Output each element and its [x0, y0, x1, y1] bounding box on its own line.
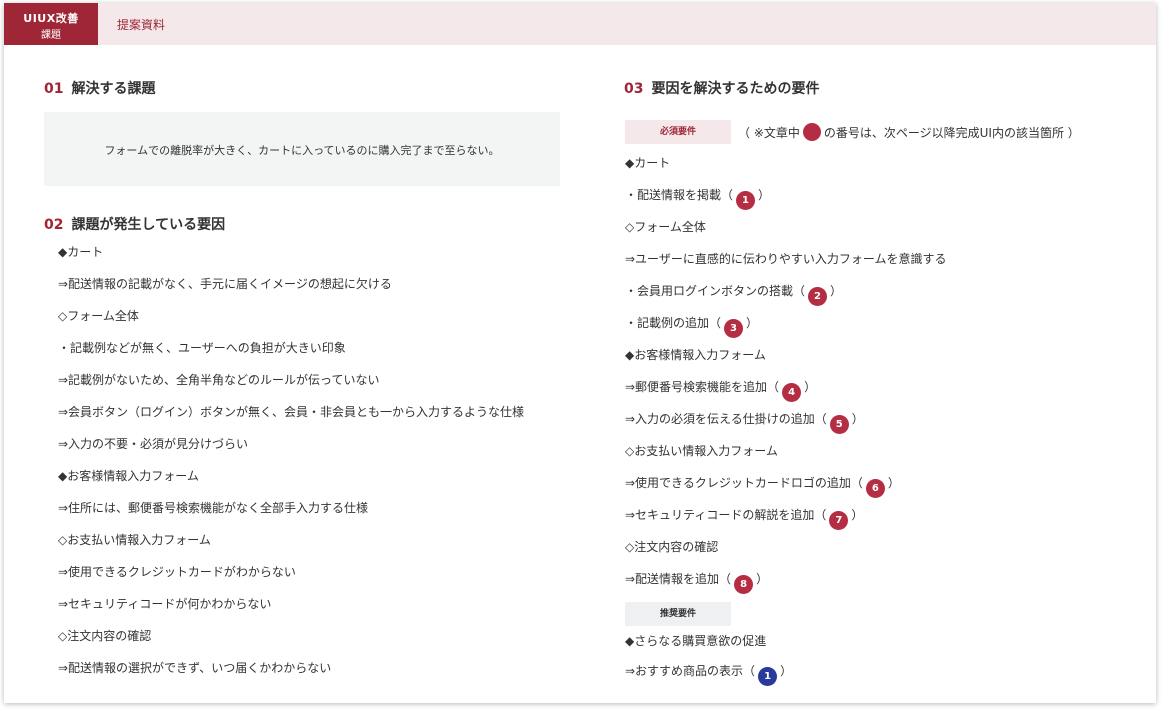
section-01-heading: 解決する課題 [71, 81, 156, 97]
list-item-tail: ） [780, 664, 793, 678]
list-item: ◆お客様情報入力フォーム [58, 469, 199, 483]
list-item: ◆カート [58, 245, 104, 259]
section-02-heading: 課題が発生している要因 [71, 217, 226, 233]
logo-main-text: UIUX改善 [23, 12, 79, 25]
list-item-text: ◇お支払い情報入力フォーム [625, 444, 778, 458]
list-item-text: ⇒郵便番号検索機能を追加（ [625, 380, 780, 394]
list-item-text: ◇フォーム全体 [625, 220, 706, 234]
numbering-note: （ ※文章中 の番号は、次ページ以降完成UI内の該当箇所 ） [738, 123, 1080, 142]
list-item: ◇注文内容の確認 [58, 629, 152, 643]
number-badge: 6 [865, 479, 885, 498]
number-badge: 1 [758, 667, 778, 686]
list-item: ⇒住所には、郵便番号検索機能がなく全部手入力する仕様 [58, 501, 369, 515]
list-item-tail: ） [758, 188, 771, 202]
list-item-tail: ） [851, 508, 864, 522]
required-tag: 必須要件 [625, 120, 731, 144]
section-01-title: 01 解決する課題 [44, 78, 155, 98]
list-item-text: ◆カート [625, 156, 671, 170]
slide-frame: UIUX改善 課題 提案資料 01 解決する課題 フォームでの離脱率が大きく、カー… [4, 3, 1156, 703]
list-item-text: ・会員用ログインボタンの搭載（ [625, 284, 806, 298]
list-item: ⇒セキュリティコードが何かわからない [58, 597, 272, 611]
note-after: の番号は、次ページ以降完成UI内の該当箇所 ） [823, 126, 1080, 140]
header-bar: UIUX改善 課題 提案資料 [4, 3, 1156, 45]
number-badge: 3 [724, 319, 744, 338]
list-item-tail: ） [887, 476, 900, 490]
list-item-text: ◇注文内容の確認 [625, 540, 719, 554]
number-badge: 7 [829, 511, 849, 530]
list-item: ⇒配送情報を追加（ 8） [625, 571, 768, 594]
section-03-number: 03 [624, 81, 644, 97]
list-item: ⇒配送情報の記載がなく、手元に届くイメージの想起に欠ける [58, 277, 392, 291]
list-item-tail: ） [756, 572, 769, 586]
list-item: ⇒入力の不要・必須が見分けづらい [58, 437, 249, 451]
list-item-text: ・記載例の追加（ [625, 316, 722, 330]
section-03-heading: 要因を解決するための要件 [651, 81, 820, 97]
list-item: ⇒郵便番号検索機能を追加（ 4） [625, 379, 816, 402]
list-item-text: ⇒ユーザーに直感的に伝わりやすい入力フォームを意識する [625, 252, 947, 266]
list-item: ◆カート [625, 155, 670, 171]
section-02-number: 02 [44, 217, 64, 233]
list-item-text: ◆お客様情報入力フォーム [625, 348, 766, 362]
list-item: ◆お客様情報入力フォーム [625, 347, 766, 363]
list-item-text: ◆さらなる購買意欲の促進 [625, 634, 767, 648]
list-item: ・記載例などが無く、ユーザーへの負担が大きい印象 [58, 341, 346, 355]
logo: UIUX改善 課題 [4, 3, 98, 45]
number-badge: 2 [808, 287, 828, 306]
list-item-tail: ） [804, 380, 817, 394]
number-badge: 4 [782, 383, 802, 402]
list-item: ⇒記載例がないため、全角半角などのルールが伝っていない [58, 373, 380, 387]
list-item-tail: ） [746, 316, 759, 330]
list-item-text: ⇒入力の必須を伝える仕掛けの追加（ [625, 412, 827, 426]
header-title: 提案資料 [117, 18, 166, 32]
list-item: ⇒会員ボタン（ログイン）ボタンが無く、会員・非会員とも一から入力するような仕様 [58, 405, 525, 419]
section-03-title: 03 要因を解決するための要件 [624, 78, 819, 98]
number-badge: 8 [734, 575, 754, 594]
list-item-tail: ） [851, 412, 864, 426]
list-item: ⇒使用できるクレジットカードがわからない [58, 565, 296, 579]
recommended-tag: 推奨要件 [625, 602, 731, 626]
list-item: ⇒セキュリティコードの解説を追加（ 7） [625, 507, 863, 530]
list-item: ◆さらなる購買意欲の促進 [625, 633, 766, 649]
list-item: ◇お支払い情報入力フォーム [625, 443, 778, 459]
list-item-text: ⇒セキュリティコードの解説を追加（ [625, 508, 827, 522]
list-item-text: ・配送情報を掲載（ [625, 188, 734, 202]
list-item-text: ⇒おすすめ商品の表示（ [625, 664, 756, 678]
section-02-title: 02 課題が発生している要因 [44, 214, 225, 234]
list-item: ◇注文内容の確認 [625, 539, 718, 555]
list-item: ⇒使用できるクレジットカードロゴの追加（ 6） [625, 475, 900, 498]
list-item: ⇒配送情報の選択ができず、いつ届くかわからない [58, 661, 332, 675]
issue-box: フォームでの離脱率が大きく、カートに入っているのに購入完了まで至らない。 [44, 112, 560, 186]
list-item: ・記載例の追加（ 3） [625, 315, 758, 338]
list-item-text: ⇒使用できるクレジットカードロゴの追加（ [625, 476, 863, 490]
list-item-text: ⇒配送情報を追加（ [625, 572, 732, 586]
list-item: ◇フォーム全体 [625, 219, 706, 235]
list-item: ◇お支払い情報入力フォーム [58, 533, 211, 547]
note-before: （ ※文章中 [738, 126, 800, 140]
issue-text: フォームでの離脱率が大きく、カートに入っているのに購入完了まで至らない。 [104, 144, 500, 157]
number-badge: 1 [736, 191, 756, 210]
section-01-number: 01 [44, 81, 64, 97]
list-item: ⇒おすすめ商品の表示（ 1） [625, 663, 792, 686]
list-item: ・会員用ログインボタンの搭載（ 2） [625, 283, 842, 306]
list-item: ⇒ユーザーに直感的に伝わりやすい入力フォームを意識する [625, 251, 946, 267]
red-circle-icon [802, 123, 821, 141]
number-badge: 5 [829, 415, 849, 434]
list-item: ◇フォーム全体 [58, 309, 139, 323]
list-item: ・配送情報を掲載（ 1） [625, 187, 770, 210]
list-item-tail: ） [830, 284, 843, 298]
logo-sub-text: 課題 [41, 30, 61, 41]
list-item: ⇒入力の必須を伝える仕掛けの追加（ 5） [625, 411, 864, 434]
